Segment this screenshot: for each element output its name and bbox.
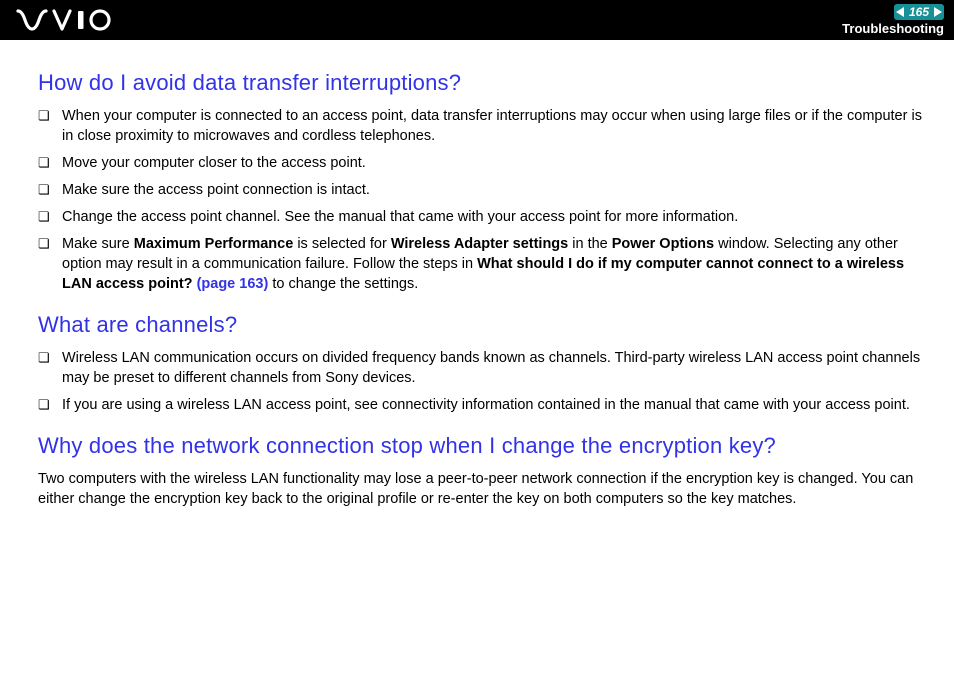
q1-list: When your computer is connected to an ac… — [38, 106, 930, 294]
next-page-icon[interactable] — [934, 7, 942, 17]
bold-text: Power Options — [612, 236, 714, 252]
q3-paragraph: Two computers with the wireless LAN func… — [38, 469, 930, 509]
page-number-pill[interactable]: 165 — [894, 4, 944, 20]
text-span: is selected for — [293, 236, 391, 252]
heading-q2: What are channels? — [38, 312, 930, 338]
vaio-logo — [16, 9, 116, 31]
header-bar: 165 Troubleshooting — [0, 0, 954, 40]
bold-text: Maximum Performance — [134, 236, 294, 252]
list-item: Wireless LAN communication occurs on div… — [38, 348, 930, 388]
list-item: Make sure the access point connection is… — [38, 180, 930, 200]
text-span: to change the settings. — [268, 276, 418, 292]
page-number: 165 — [909, 5, 929, 19]
page-link[interactable]: (page 163) — [197, 276, 269, 292]
text-span: in the — [568, 236, 612, 252]
heading-q1: How do I avoid data transfer interruptio… — [38, 70, 930, 96]
prev-page-icon[interactable] — [896, 7, 904, 17]
bold-text: Wireless Adapter settings — [391, 236, 568, 252]
list-item: When your computer is connected to an ac… — [38, 106, 930, 146]
page-content: How do I avoid data transfer interruptio… — [0, 40, 954, 537]
text-span: Make sure — [62, 236, 134, 252]
list-item: Change the access point channel. See the… — [38, 207, 930, 227]
heading-q3: Why does the network connection stop whe… — [38, 433, 930, 459]
list-item: Make sure Maximum Performance is selecte… — [38, 234, 930, 294]
section-label: Troubleshooting — [842, 21, 944, 37]
q2-list: Wireless LAN communication occurs on div… — [38, 348, 930, 415]
header-right: 165 Troubleshooting — [842, 4, 944, 37]
list-item: Move your computer closer to the access … — [38, 153, 930, 173]
list-item: If you are using a wireless LAN access p… — [38, 395, 930, 415]
